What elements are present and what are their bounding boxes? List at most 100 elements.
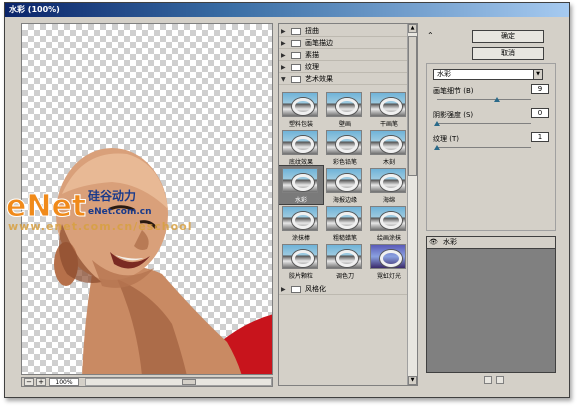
filter-underpainting[interactable]: 底纹效果 (279, 128, 323, 166)
filter-label: 粗糙蜡笔 (332, 235, 357, 242)
filter-thumbnail (370, 206, 406, 231)
filter-palette-knife[interactable]: 调色刀 (323, 242, 367, 280)
filter-label: 霓虹灯光 (376, 273, 401, 280)
expand-arrow-icon: ▶ (281, 39, 286, 47)
folder-icon (291, 39, 301, 47)
filter-plastic-wrap[interactable]: 塑料包装 (279, 90, 323, 128)
filter-label: 水彩 (294, 197, 307, 204)
folder-icon (291, 285, 301, 293)
category-sketch[interactable]: ▶ 素描 (279, 50, 407, 61)
filter-fresco[interactable]: 壁画 (323, 90, 367, 128)
vscroll-thumb[interactable] (408, 36, 417, 176)
param-label: 阴影强度 (S) (433, 111, 474, 119)
category-label: 艺术效果 (305, 75, 333, 83)
filter-thumbnail (326, 244, 362, 269)
filter-thumbnail (370, 130, 406, 155)
filter-thumbnail (370, 168, 406, 193)
slider-knob[interactable] (434, 121, 440, 126)
collapse-arrow-icon: ▼ (281, 75, 286, 83)
slider-knob[interactable] (434, 145, 440, 150)
category-texture[interactable]: ▶ 纹理 (279, 62, 407, 73)
filter-thumbnail (326, 92, 362, 117)
shadow-intensity-input[interactable]: 0 (531, 108, 549, 118)
filter-film-grain[interactable]: 胶片颗粒 (279, 242, 323, 280)
filter-thumbnail (282, 244, 318, 269)
zoom-bar: − + 100% (21, 377, 273, 387)
zoom-level[interactable]: 100% (49, 378, 79, 386)
filter-poster-edges[interactable]: 海报边缘 (323, 166, 367, 204)
expand-arrow-icon: ▶ (281, 285, 286, 293)
folder-open-icon (291, 75, 301, 83)
filter-thumbnail (282, 206, 318, 231)
zoom-out-button[interactable]: − (24, 378, 34, 386)
category-distort[interactable]: ▶ 扭曲 (279, 26, 407, 37)
filter-rough-pastels[interactable]: 粗糙蜡笔 (323, 204, 367, 242)
category-brush-strokes[interactable]: ▶ 画笔描边 (279, 38, 407, 49)
category-artistic[interactable]: ▼ 艺术效果 (279, 74, 407, 85)
slider-track[interactable] (437, 123, 531, 124)
filter-thumbnail (326, 130, 362, 155)
filter-sponge[interactable]: 海绵 (367, 166, 411, 204)
filter-label: 胶片颗粒 (288, 273, 313, 280)
filter-thumbnail (326, 206, 362, 231)
filter-settings-panel: 水彩 ▼ 画笔细节 (B) 9 阴影强度 (S) 0 纹理 (T) 1 (426, 63, 556, 231)
filter-label: 海报边缘 (332, 197, 357, 204)
filter-gallery-window: 水彩 (100%) − + 100% ▶ 扭曲 ▶ 画笔描边 ▶ 素描 ▶ 纹理… (4, 2, 570, 398)
filter-select[interactable]: 水彩 ▼ (433, 69, 543, 80)
filter-thumbnail (282, 168, 318, 193)
effect-layer-name: 水彩 (443, 238, 457, 246)
filter-label: 海绵 (382, 197, 395, 204)
chevron-down-icon[interactable]: ▼ (533, 70, 542, 79)
filter-smudge-stick[interactable]: 涂抹棒 (279, 204, 323, 242)
filter-thumbnail (282, 92, 318, 117)
filter-gallery: ▶ 扭曲 ▶ 画笔描边 ▶ 素描 ▶ 纹理 ▼ 艺术效果 塑料包装 壁画 干画笔 (278, 23, 418, 386)
filter-cutout[interactable]: 木刻 (367, 128, 411, 166)
preview-canvas[interactable] (21, 23, 273, 375)
slider-knob[interactable] (494, 97, 501, 102)
filter-label: 塑料包装 (288, 121, 313, 128)
filter-neon-glow[interactable]: 霓虹灯光 (367, 242, 411, 280)
ok-button[interactable]: 确定 (472, 30, 544, 43)
filter-thumbnail (282, 130, 318, 155)
filter-label: 涂抹棒 (291, 235, 310, 242)
filter-label: 彩色铅笔 (332, 159, 357, 166)
preview-hscrollbar[interactable] (85, 378, 272, 386)
zoom-in-button[interactable]: + (36, 378, 46, 386)
filter-select-value: 水彩 (437, 70, 451, 78)
gallery-vscrollbar[interactable]: ▲ ▼ (407, 24, 417, 385)
param-label: 画笔细节 (B) (433, 87, 474, 95)
filter-colored-pencil[interactable]: 彩色铅笔 (323, 128, 367, 166)
expand-arrow-icon: ▶ (281, 51, 286, 59)
filter-thumbnail (370, 244, 406, 269)
category-label: 画笔描边 (305, 39, 333, 47)
effect-layers-panel: 👁 水彩 (426, 236, 556, 373)
filter-label: 木刻 (382, 159, 395, 166)
window-title: 水彩 (100%) (5, 3, 569, 17)
category-label: 扭曲 (305, 27, 319, 35)
filter-label: 干画笔 (379, 121, 398, 128)
texture-input[interactable]: 1 (531, 132, 549, 142)
new-effect-layer-icon[interactable] (484, 376, 492, 384)
filter-thumbnail (370, 92, 406, 117)
folder-icon (291, 27, 301, 35)
folder-icon (291, 51, 301, 59)
cancel-button[interactable]: 取消 (472, 47, 544, 60)
delete-effect-layer-icon[interactable] (496, 376, 504, 384)
filter-watercolor[interactable]: 水彩 (279, 165, 324, 205)
effect-layer-row[interactable]: 👁 水彩 (427, 237, 555, 249)
slider-track[interactable] (437, 147, 531, 148)
scroll-down-arrow-icon[interactable]: ▼ (408, 376, 417, 385)
hscroll-thumb[interactable] (182, 379, 196, 385)
category-label: 纹理 (305, 63, 319, 71)
category-label: 素描 (305, 51, 319, 59)
filter-paint-daubs[interactable]: 绘画涂抹 (367, 204, 411, 242)
filter-dry-brush[interactable]: 干画笔 (367, 90, 411, 128)
param-texture: 纹理 (T) 1 (433, 132, 553, 162)
visibility-eye-icon[interactable]: 👁 (429, 238, 438, 247)
category-stylize[interactable]: ▶ 风格化 (279, 284, 407, 295)
brush-detail-input[interactable]: 9 (531, 84, 549, 94)
slider-track[interactable] (437, 99, 531, 100)
scroll-up-arrow-icon[interactable]: ▲ (408, 24, 417, 33)
collapse-gallery-icon[interactable]: ⌃ (427, 31, 434, 40)
filter-label: 绘画涂抹 (376, 235, 401, 242)
